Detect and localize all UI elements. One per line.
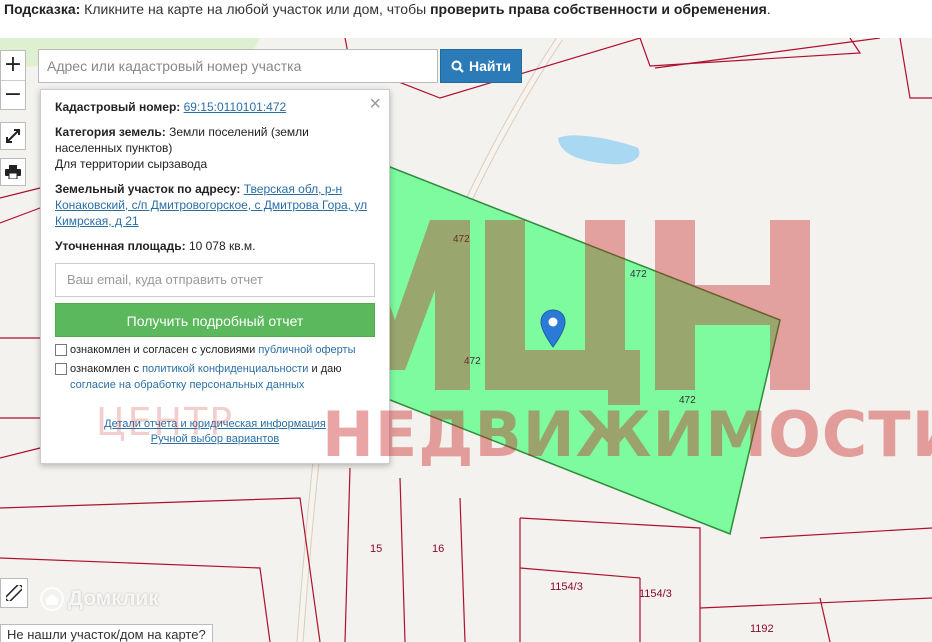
lot-label: 15 (370, 543, 383, 555)
hint-end: . (766, 1, 771, 17)
water-body (558, 135, 640, 165)
parcel-label: 472 (630, 269, 647, 280)
map-pin-icon[interactable] (540, 309, 566, 349)
zoom-control: + − (0, 50, 26, 110)
consent2-text-b: и даю (308, 363, 342, 375)
area-row: Уточненная площадь: 10 078 кв.м. (55, 238, 375, 254)
search-button[interactable]: Найти (440, 49, 522, 83)
hint-bold: проверить права собственности и обремене… (430, 1, 767, 17)
cadastral-number-link[interactable]: 69:15:0110101:472 (184, 100, 287, 114)
search-icon (451, 60, 464, 73)
privacy-consent: ознакомлен с политикой конфиденциальност… (55, 361, 375, 393)
consent2-text: ознакомлен с (70, 363, 143, 375)
hint-bar: Подсказка: Кликните на карте на любой уч… (0, 0, 932, 38)
ruler-button[interactable] (0, 578, 28, 608)
zoom-in-button[interactable]: + (1, 51, 25, 80)
house-icon (40, 587, 64, 611)
parcel-label: 472 (453, 234, 470, 245)
lot-label: 1154/3 (639, 588, 672, 600)
privacy-checkbox[interactable] (55, 363, 67, 375)
watermark-main: НЕДВИЖИМОСТИ (322, 398, 932, 471)
consent1-text: ознакомлен и согласен с условиями (70, 344, 259, 356)
domclick-logo: Домклик (40, 587, 159, 611)
selected-parcel (379, 161, 781, 536)
offer-consent: ознакомлен и согласен с условиями публич… (55, 342, 375, 358)
area-label: Уточненная площадь: (55, 239, 186, 253)
watermark-small: ЦЕНТР (96, 400, 235, 444)
search-button-label: Найти (469, 58, 511, 74)
print-button[interactable] (0, 158, 26, 186)
area-value: 10 078 кв.м. (188, 239, 256, 253)
parcel-label: 472 (464, 356, 481, 367)
zoom-out-button[interactable]: − (1, 80, 25, 109)
print-icon (5, 165, 21, 179)
category-label: Категория земель: (55, 125, 166, 139)
lot-label: 1192 (750, 623, 774, 635)
privacy-policy-link[interactable]: политикой конфиденциальности (142, 363, 308, 375)
lot-label: 1154/3 (550, 581, 583, 593)
search-input[interactable]: Адрес или кадастровый номер участка (38, 49, 438, 83)
address-row: Земельный участок по адресу: Тверская об… (55, 181, 375, 229)
fullscreen-button[interactable] (0, 122, 26, 150)
category-row: Категория земель: Земли поселений (земли… (55, 124, 375, 172)
ruler-icon (6, 585, 22, 601)
lot-label: 16 (432, 543, 445, 555)
not-found-link[interactable]: Не нашли участок/дом на карте? (0, 624, 213, 642)
get-report-button[interactable]: Получить подробный отчет (55, 303, 375, 337)
address-label: Земельный участок по адресу: (55, 182, 241, 196)
expand-icon (6, 129, 20, 143)
hint-text: Кликните на карте на любой участок или д… (80, 1, 431, 17)
category-note: Для территории сырзавода (55, 157, 208, 171)
cadastral-label: Кадастровый номер: (55, 100, 181, 114)
offer-checkbox[interactable] (55, 344, 67, 356)
close-icon[interactable]: × (369, 94, 381, 114)
email-field[interactable]: Ваш email, куда отправить отчет (55, 263, 375, 297)
hint-label: Подсказка: (4, 1, 81, 17)
domclick-name: Домклик (68, 587, 159, 610)
public-offer-link[interactable]: публичной оферты (258, 344, 355, 356)
personal-data-link[interactable]: согласие на обработку персональных данны… (70, 379, 304, 391)
cadastral-row: Кадастровый номер: 69:15:0110101:472 (55, 99, 375, 115)
